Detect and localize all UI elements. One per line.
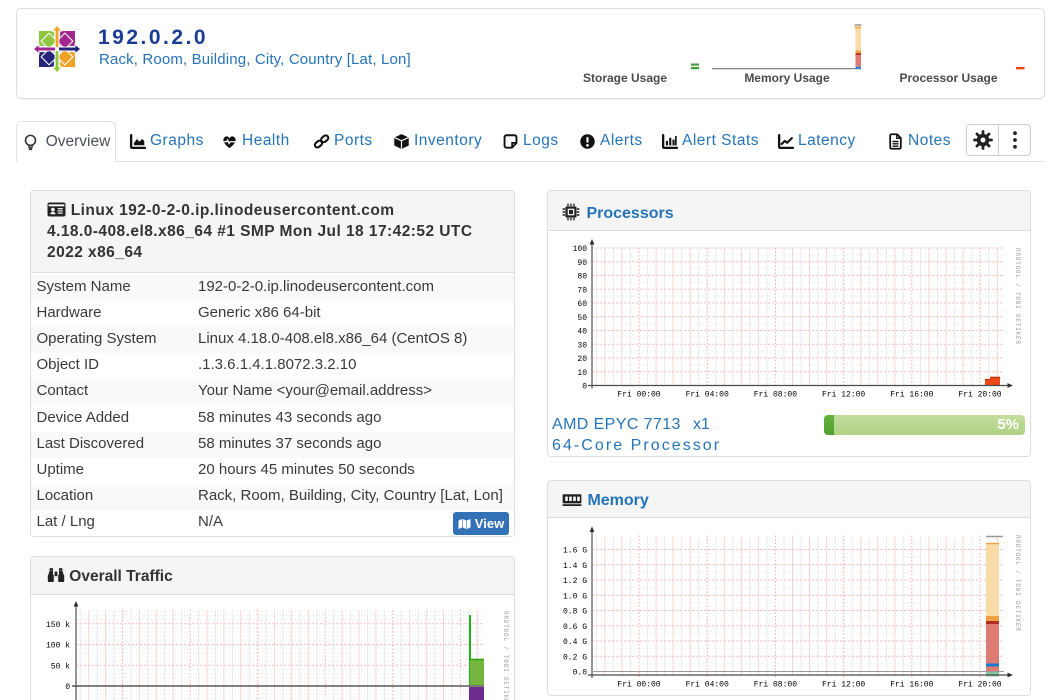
svg-text:Fri 12:00: Fri 12:00 xyxy=(822,681,865,690)
svg-text:Fri 20:00: Fri 20:00 xyxy=(958,681,1001,690)
svg-text:60: 60 xyxy=(577,300,587,309)
svg-text:0.2 G: 0.2 G xyxy=(563,653,587,662)
svg-text:RRDTOOL / TOBI OETIKER: RRDTOOL / TOBI OETIKER xyxy=(1014,535,1021,632)
svg-text:RRDTOOL / TOBI OETIKER: RRDTOOL / TOBI OETIKER xyxy=(1014,248,1021,345)
svg-text:0.6 G: 0.6 G xyxy=(563,623,587,632)
svg-text:Fri 12:00: Fri 12:00 xyxy=(822,391,865,400)
svg-text:Fri 20:00: Fri 20:00 xyxy=(958,391,1001,400)
svg-text:150 k: 150 k xyxy=(46,621,70,630)
svg-text:70: 70 xyxy=(577,286,587,295)
svg-text:Fri 16:00: Fri 16:00 xyxy=(890,681,933,690)
svg-text:Fri 08:00: Fri 08:00 xyxy=(754,391,797,400)
svg-text:1.2 G: 1.2 G xyxy=(563,577,587,586)
svg-text:90: 90 xyxy=(577,259,587,268)
svg-text:RRDTOOL / TOBI OETIKER: RRDTOOL / TOBI OETIKER xyxy=(502,611,509,700)
svg-text:Fri 08:00: Fri 08:00 xyxy=(754,681,797,690)
svg-text:10: 10 xyxy=(577,369,587,378)
svg-text:50 k: 50 k xyxy=(51,662,70,671)
svg-text:1.4 G: 1.4 G xyxy=(563,562,587,571)
svg-text:0.8 G: 0.8 G xyxy=(563,608,587,617)
svg-text:50: 50 xyxy=(577,314,587,323)
svg-text:Fri 00:00: Fri 00:00 xyxy=(617,681,660,690)
svg-text:0.4 G: 0.4 G xyxy=(563,638,587,647)
svg-text:0: 0 xyxy=(65,683,70,692)
svg-text:100: 100 xyxy=(573,245,588,254)
svg-text:Fri 04:00: Fri 04:00 xyxy=(686,681,729,690)
svg-text:0: 0 xyxy=(582,383,587,392)
svg-text:Fri 04:00: Fri 04:00 xyxy=(686,391,729,400)
svg-text:0.0: 0.0 xyxy=(573,669,588,678)
svg-text:1.0 G: 1.0 G xyxy=(563,592,587,601)
svg-text:Fri 16:00: Fri 16:00 xyxy=(890,391,933,400)
svg-text:20: 20 xyxy=(577,355,587,364)
svg-text:100 k: 100 k xyxy=(46,642,70,651)
svg-text:30: 30 xyxy=(577,341,587,350)
svg-text:80: 80 xyxy=(577,273,587,282)
svg-text:Fri 00:00: Fri 00:00 xyxy=(617,391,660,400)
svg-text:1.6 G: 1.6 G xyxy=(563,547,587,556)
svg-text:40: 40 xyxy=(577,328,587,337)
